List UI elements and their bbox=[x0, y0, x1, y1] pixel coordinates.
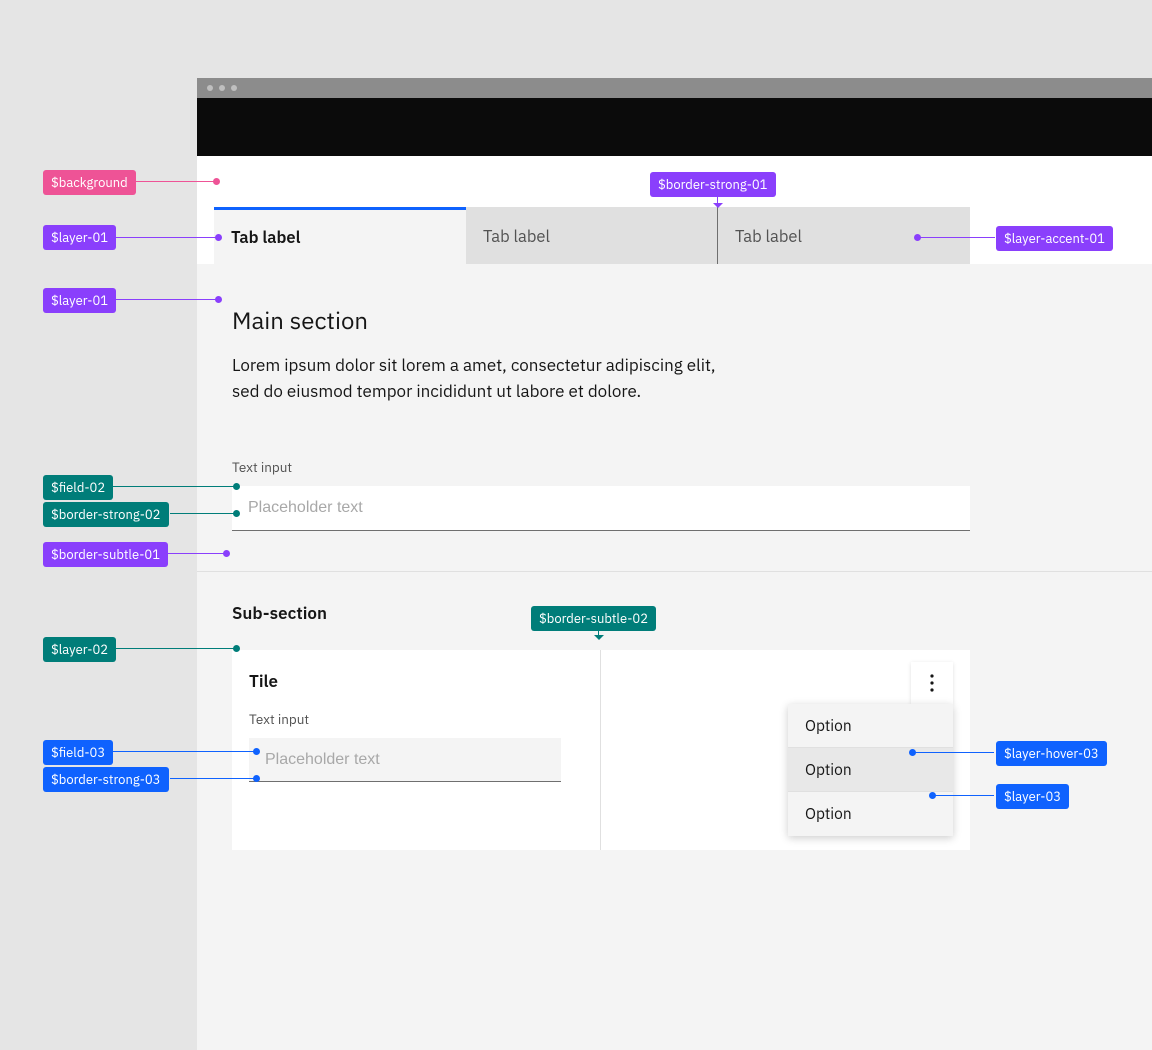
subsection-heading: Sub-section bbox=[232, 602, 1135, 624]
menu-item-label: Option bbox=[805, 804, 852, 824]
tab-1[interactable]: Tab label bbox=[214, 207, 466, 264]
tab-2[interactable]: Tab label bbox=[466, 207, 718, 264]
tab-panel: Main section Lorem ipsum dolor sit lorem… bbox=[197, 264, 1152, 1050]
tab-label: Tab label bbox=[483, 225, 550, 247]
lead-line bbox=[170, 778, 257, 779]
browser-window: Tab label Tab label Tab label Main secti… bbox=[197, 78, 1152, 1050]
window-titlebar bbox=[197, 78, 1152, 98]
text-input-label: Text input bbox=[232, 458, 1135, 476]
text-input[interactable] bbox=[232, 486, 970, 531]
traffic-light-icon bbox=[219, 85, 225, 91]
lead-line bbox=[167, 553, 227, 554]
tab-label: Tab label bbox=[231, 226, 300, 248]
section-divider bbox=[197, 571, 1152, 572]
traffic-light-icon bbox=[207, 85, 213, 91]
lead-line bbox=[132, 181, 217, 182]
lead-pointer bbox=[598, 628, 599, 636]
token-border-subtle-01: $border-subtle-01 bbox=[43, 542, 168, 567]
menu-item-3[interactable]: Option bbox=[788, 792, 953, 836]
lead-line bbox=[932, 795, 994, 796]
token-border-subtle-02: $border-subtle-02 bbox=[531, 606, 656, 631]
traffic-light-icon bbox=[231, 85, 237, 91]
section-body: Lorem ipsum dolor sit lorem a amet, cons… bbox=[232, 353, 734, 404]
lead-line bbox=[114, 237, 219, 238]
lead-line bbox=[114, 299, 219, 300]
tile-input-label: Text input bbox=[249, 710, 583, 728]
app-header bbox=[197, 98, 1152, 156]
tab-label: Tab label bbox=[735, 225, 802, 247]
lead-line bbox=[917, 237, 995, 238]
token-border-strong-02: $border-strong-02 bbox=[43, 502, 169, 527]
menu-item-label: Option bbox=[805, 716, 852, 736]
overflow-menu-button[interactable] bbox=[911, 662, 953, 704]
token-layer-accent-01: $layer-accent-01 bbox=[996, 226, 1113, 251]
lead-line bbox=[109, 486, 237, 487]
token-layer-03: $layer-03 bbox=[996, 784, 1069, 809]
section-heading: Main section bbox=[232, 304, 1135, 336]
lead-line bbox=[115, 648, 237, 649]
lead-line bbox=[912, 752, 994, 753]
tile-text-input[interactable] bbox=[249, 738, 561, 782]
lead-line bbox=[170, 513, 237, 514]
token-background: $background bbox=[43, 170, 136, 195]
menu-item-1[interactable]: Option bbox=[788, 704, 953, 748]
token-layer-hover-03: $layer-hover-03 bbox=[996, 741, 1107, 766]
token-layer-01-panel: $layer-01 bbox=[43, 288, 116, 313]
lead-pointer bbox=[717, 194, 718, 204]
token-border-strong-03: $border-strong-03 bbox=[43, 767, 169, 792]
tile-left: Tile Text input bbox=[232, 650, 601, 850]
overflow-icon bbox=[930, 674, 934, 692]
lead-line bbox=[109, 751, 257, 752]
token-layer-01-tab: $layer-01 bbox=[43, 225, 116, 250]
tab-3[interactable]: Tab label bbox=[718, 207, 970, 264]
token-field-03: $field-03 bbox=[43, 740, 113, 765]
overflow-menu: Option Option Option bbox=[788, 704, 953, 836]
menu-item-2[interactable]: Option bbox=[788, 748, 953, 792]
token-border-strong-01: $border-strong-01 bbox=[650, 172, 776, 197]
menu-item-label: Option bbox=[805, 760, 852, 780]
token-field-02: $field-02 bbox=[43, 475, 113, 500]
token-layer-02: $layer-02 bbox=[43, 637, 116, 662]
tile-title: Tile bbox=[249, 670, 583, 692]
